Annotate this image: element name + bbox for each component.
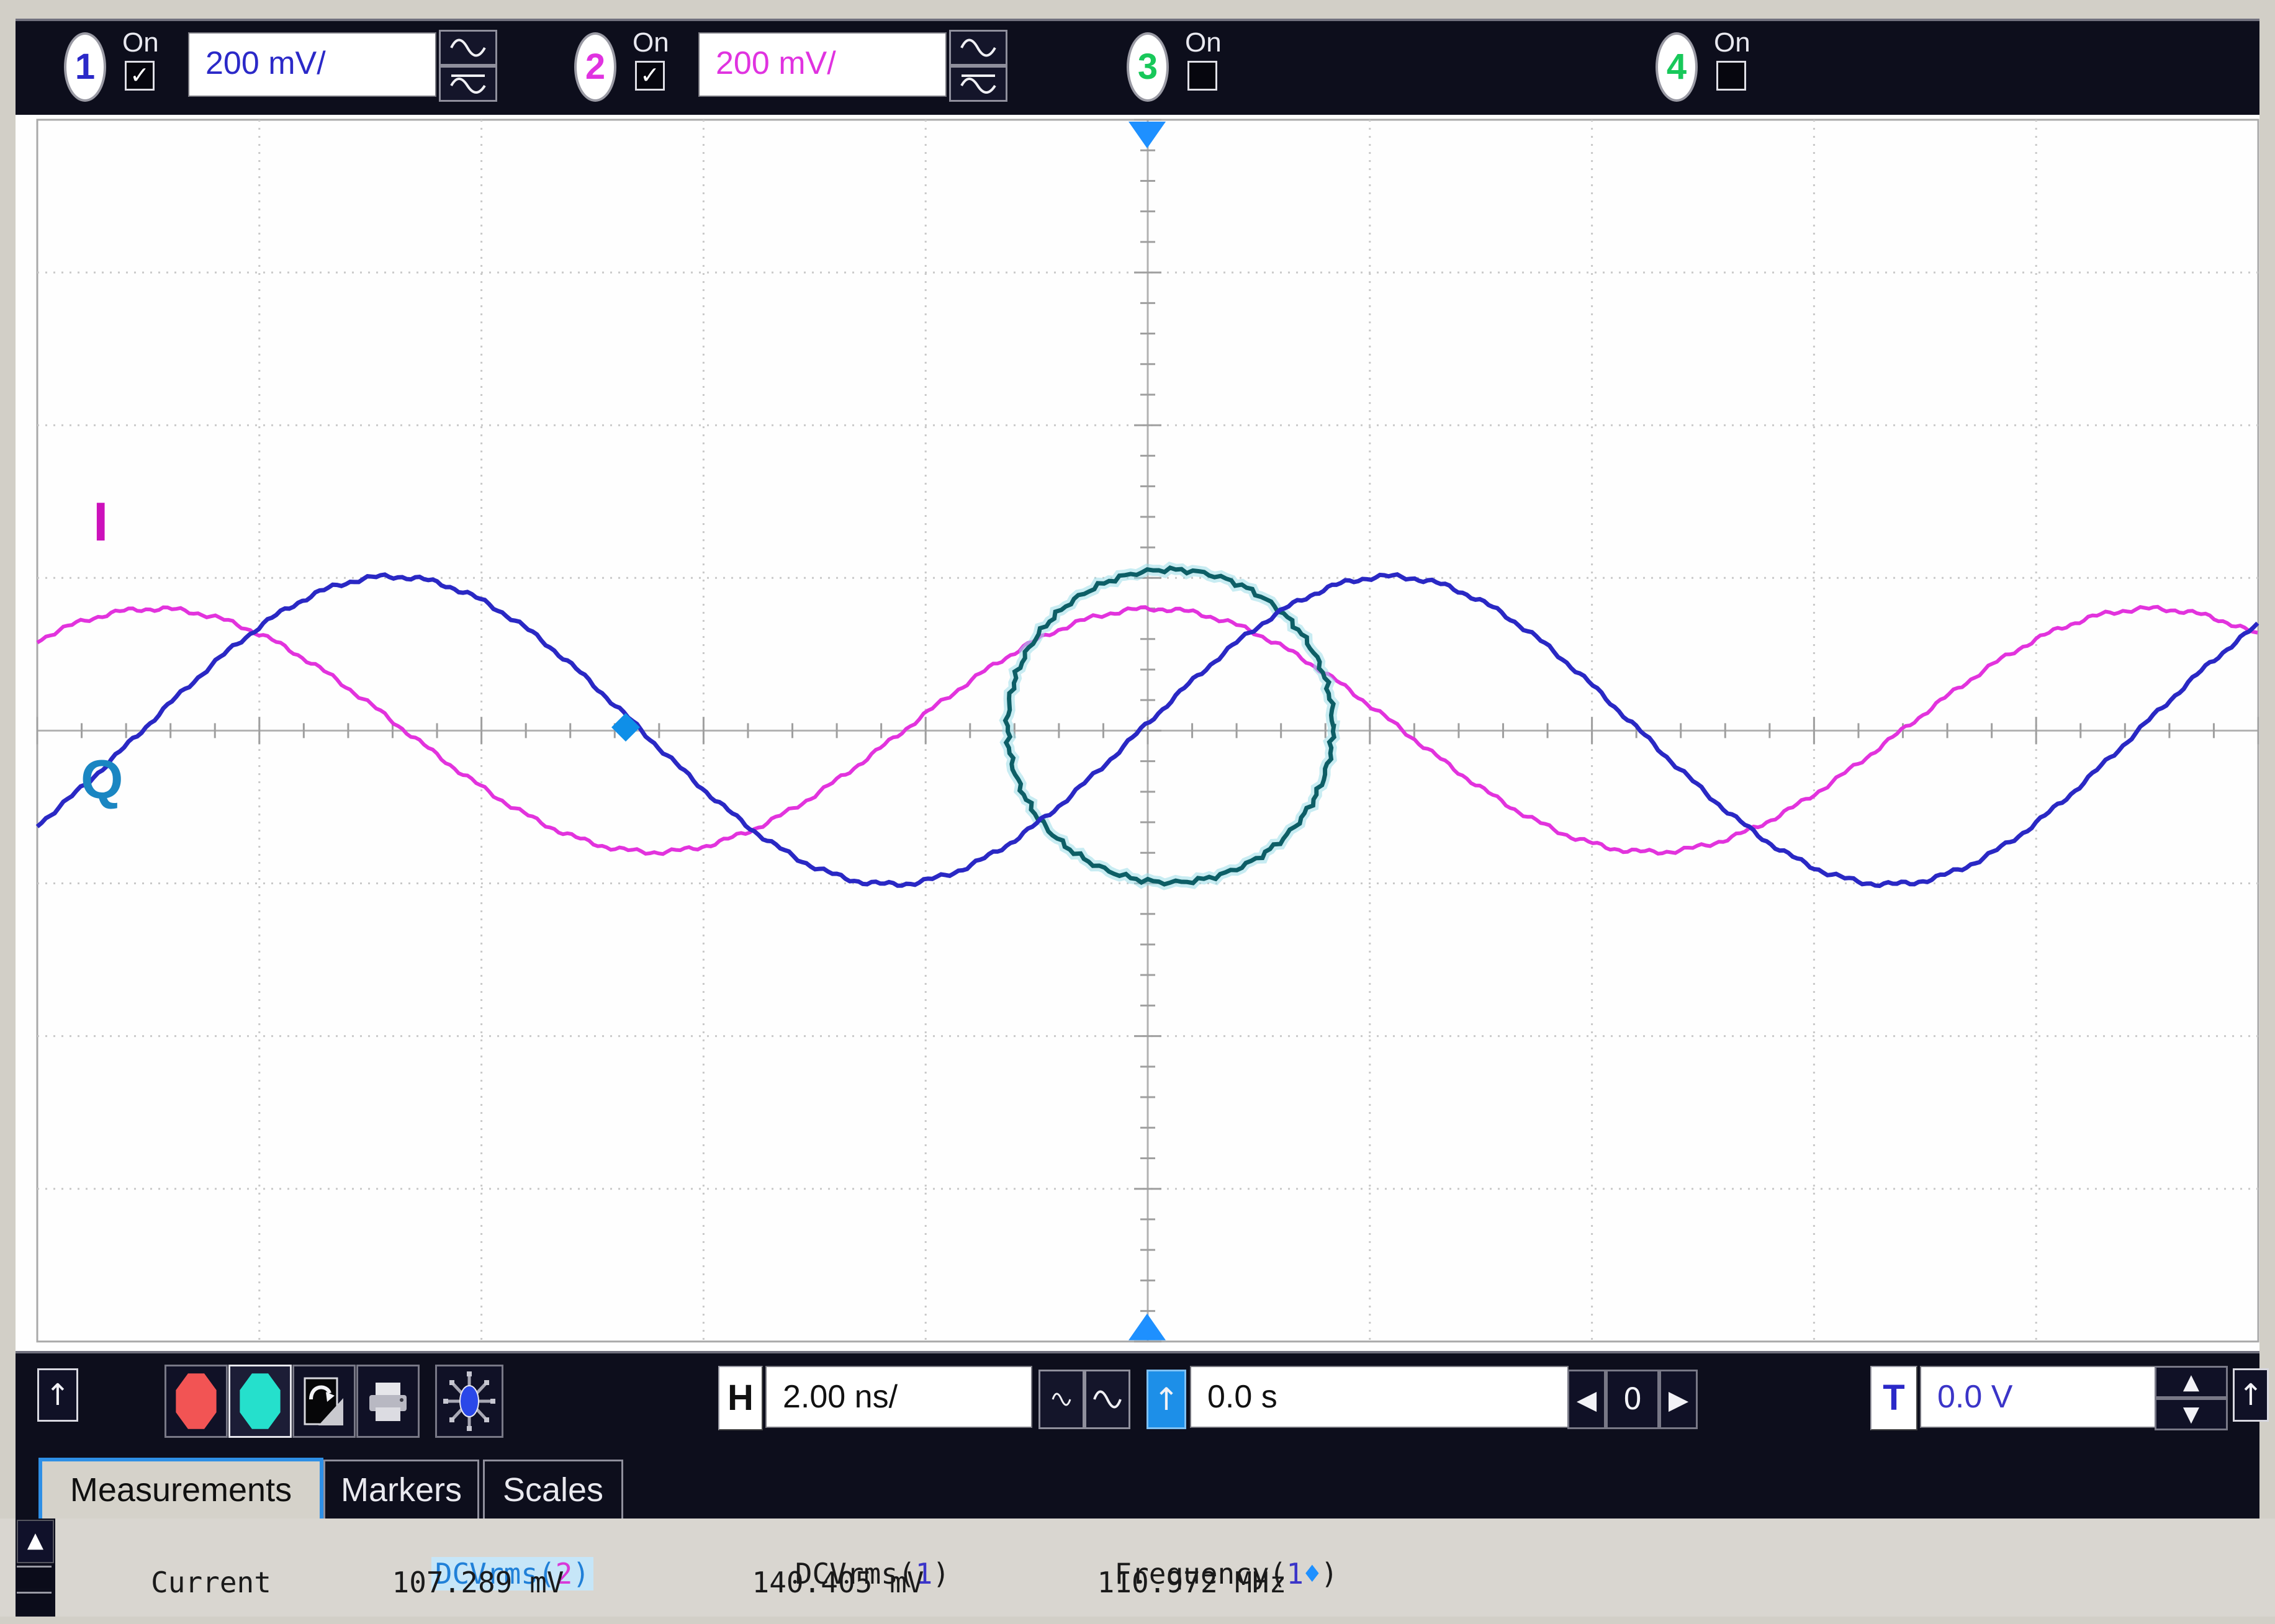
sine-line-icon: [449, 72, 487, 96]
check-icon: ✓: [640, 61, 660, 89]
horizontal-reference-button[interactable]: ↑: [1147, 1370, 1186, 1429]
channel-2-coupling-dc-button[interactable]: [949, 66, 1007, 102]
timebase-fine-button[interactable]: [1038, 1370, 1084, 1429]
measurement-row-label: Current: [99, 1566, 323, 1599]
run-button[interactable]: [228, 1365, 292, 1438]
channel-2-coupling-ac-button[interactable]: [949, 30, 1007, 66]
channel-2-on-checkbox[interactable]: ✓: [635, 61, 665, 91]
copy-screen-button[interactable]: [292, 1365, 356, 1438]
channel-1-coupling-dc-button[interactable]: [439, 66, 497, 102]
delay-decrement-button[interactable]: ◀: [1567, 1370, 1606, 1429]
measurement-value-3: 110.972 MHz: [1030, 1566, 1353, 1599]
horizontal-menu-button[interactable]: H: [718, 1366, 763, 1430]
channel-2-on-label: On: [633, 27, 669, 58]
delay-increment-button[interactable]: ▶: [1659, 1370, 1698, 1429]
up-arrow-icon: ↑: [1153, 1381, 1179, 1417]
channel-1-coupling-ac-button[interactable]: [439, 30, 497, 66]
down-triangle-icon: ▼: [2183, 1402, 2199, 1427]
channel-1-on-label: On: [122, 27, 159, 58]
stop-icon: [176, 1373, 216, 1429]
measurement-scroll-up-button[interactable]: ▲: [17, 1520, 54, 1563]
scroll-bar-segment[interactable]: [17, 1566, 52, 1589]
print-button[interactable]: [356, 1365, 420, 1438]
sine-icon: [1092, 1389, 1122, 1410]
channel-3-button[interactable]: 3: [1127, 32, 1169, 102]
channel-3-on-label: On: [1185, 27, 1222, 58]
channel-4-button[interactable]: 4: [1656, 32, 1698, 102]
sine-icon: [959, 37, 998, 58]
timebase-field[interactable]: 2.00 ns/: [765, 1366, 1032, 1428]
label-q: Q: [81, 748, 123, 811]
printer-icon: [364, 1378, 412, 1425]
tab-measurements[interactable]: Measurements: [38, 1458, 323, 1521]
clear-display-icon: [441, 1370, 498, 1432]
control-bar: ↑: [16, 1351, 2259, 1521]
run-icon: [240, 1373, 280, 1429]
check-icon: ✓: [130, 61, 150, 89]
channel-1-scale-field[interactable]: 200 mV/: [188, 32, 436, 97]
channel-2-scale-field[interactable]: 200 mV/: [698, 32, 947, 97]
small-sine-icon: [1051, 1391, 1072, 1407]
measurements-panel: ▲ DCVrms(2) DCVrms(1) Frequency(1♦) Curr…: [0, 1519, 2275, 1617]
trigger-level-field[interactable]: 0.0 V: [1920, 1366, 2166, 1428]
left-arrow-icon: ◀: [1577, 1384, 1597, 1415]
trigger-level-down-button[interactable]: ▼: [2155, 1398, 2228, 1430]
measurement-value-2: 140.405 mV: [677, 1566, 999, 1599]
timebase-coarse-button[interactable]: [1084, 1370, 1130, 1429]
trigger-menu-button[interactable]: T: [1870, 1366, 1917, 1430]
measurement-scroll-column: ▲: [16, 1519, 55, 1617]
stop-button[interactable]: [164, 1365, 228, 1438]
scroll-bar-segment[interactable]: [17, 1592, 52, 1615]
up-triangle-icon: ▲: [2183, 1370, 2199, 1394]
delay-zero-button[interactable]: 0: [1606, 1370, 1659, 1429]
channel-1-on-checkbox[interactable]: ✓: [125, 61, 155, 91]
channel-4-on-checkbox[interactable]: [1716, 61, 1746, 91]
up-arrow-icon: ↑: [2238, 1378, 2263, 1412]
clear-display-button[interactable]: [435, 1365, 503, 1438]
horizontal-position-field[interactable]: 0.0 s: [1190, 1366, 1569, 1428]
scroll-up-right-button[interactable]: ↑: [2233, 1368, 2269, 1422]
tab-scales[interactable]: Scales: [483, 1460, 623, 1523]
label-i: I: [93, 490, 108, 554]
trigger-level-up-button[interactable]: ▲: [2155, 1366, 2228, 1398]
measurement-value-1: 107.289 mV: [317, 1566, 639, 1599]
tab-markers[interactable]: Markers: [323, 1460, 479, 1523]
channel-2-button[interactable]: 2: [574, 32, 616, 102]
sine-line-icon: [959, 72, 998, 96]
copy-screen-icon: [302, 1375, 346, 1428]
sine-icon: [449, 37, 487, 58]
up-arrow-icon: ↑: [45, 1378, 70, 1412]
right-arrow-icon: ▶: [1669, 1384, 1688, 1415]
channel-3-on-checkbox[interactable]: [1187, 61, 1217, 91]
channel-4-on-label: On: [1714, 27, 1750, 58]
waveform-display: [16, 115, 2259, 1351]
channel-1-button[interactable]: 1: [64, 32, 106, 102]
channel-bar: 1 On ✓ 200 mV/ 2 On ✓ 200 mV/ 3 On 4 On: [16, 19, 2259, 120]
scroll-up-button[interactable]: ↑: [37, 1368, 78, 1422]
